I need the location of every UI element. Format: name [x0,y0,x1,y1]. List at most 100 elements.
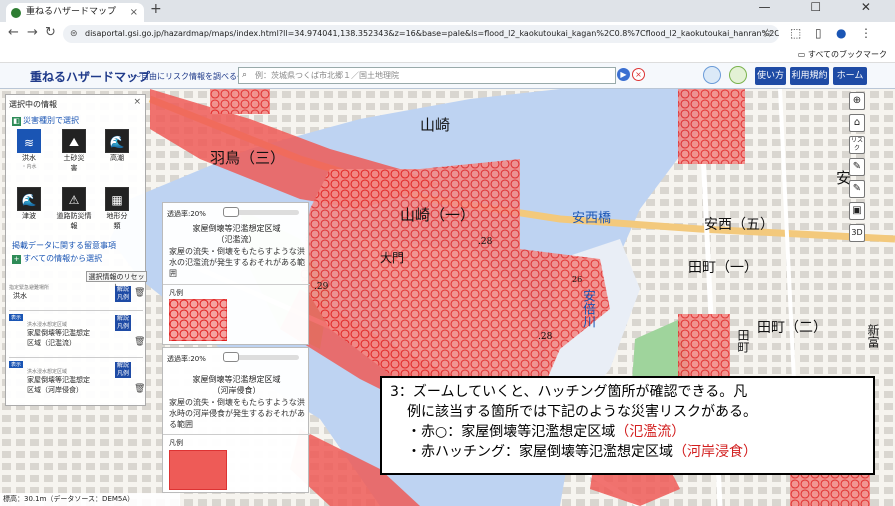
app-subtitle: 〜自由にリスク情報を調べる〜 [133,72,245,81]
bookmark-star-icon[interactable]: ☆ [762,26,773,40]
legend-subtitle: （河岸侵食） [212,386,261,395]
reload-icon[interactable]: ↻ [45,25,56,40]
map-label-yamazaki-1: 山崎（一） [400,206,476,224]
menu-icon[interactable]: ⋮ [860,26,872,40]
forward-icon[interactable]: → [27,25,38,40]
hazard-storm-surge-button[interactable]: 🌊 高潮 [104,129,130,163]
3d-tool-icon[interactable]: 3D [849,224,865,242]
layer-explain-button[interactable]: 解説 凡例 [115,315,131,331]
map-label-anzai-bridge: 安西橋 [572,211,612,226]
layer-explain-button[interactable]: 解説 凡例 [115,286,131,302]
hazard-type-section[interactable]: ◧ 災害種別で選択 [12,115,79,126]
all-bookmarks-label: すべてのブックマーク [807,50,887,59]
window-controls[interactable]: — ☐ ✕ [759,0,889,14]
hazard-label: 土砂災害 [63,154,85,172]
legend-divider [163,434,310,435]
data-notes-link[interactable]: 掲載データに関する留意事項 [12,240,116,251]
app-title[interactable]: 重ねるハザードマップ [30,68,150,85]
print-tool-icon[interactable]: ▣ [849,202,865,220]
layer-visible-tag[interactable]: 表示 [9,361,24,368]
map-label-tamachi: 田町 [736,329,750,353]
annotation-hatch-item: ・赤ハッチング：家屋倒壊等氾濫想定区域 [407,444,673,460]
landslide-icon: ⛰ [62,129,86,153]
trash-icon[interactable]: 🗑 [134,337,145,347]
terms-button[interactable]: 利用規約 [790,67,829,85]
home-button[interactable]: ホーム [833,67,867,85]
elevation-label: .29 [314,282,329,292]
profile-icon[interactable]: ● [836,26,846,40]
legend-label: 凡例 [116,294,129,301]
hazard-tsunami-button[interactable]: 🌊 津波 [16,187,42,221]
layer-item-evacuation[interactable]: 指定緊急避難場所 洪水 解説 凡例 🗑 [9,284,145,306]
flood-icon: ≋ [17,129,41,153]
panel-header: 選択中の情報 [9,100,57,109]
tsunami-icon: 🌊 [17,187,41,211]
legend-subtitle: （氾濫流） [216,235,257,244]
annotation-circle-type: （氾濫流） [615,424,686,440]
hazard-label: 道路防災情報 [56,212,92,230]
edit-tool-icon[interactable]: ✎ [849,180,865,198]
legend-swatch-circles [169,299,227,341]
search-submit-button[interactable]: ▶ [617,68,630,81]
risk-tool-icon[interactable]: リスク [849,136,865,154]
legend-title: 家屋倒壊等氾濫想定区域 [192,375,281,384]
explain-label: 解説 [116,286,129,293]
extensions-icon[interactable]: ⬚ [790,26,801,40]
opacity-label: 透過率:20% [167,355,206,363]
elevation-label: .28 [538,332,553,342]
gsi-logo[interactable] [703,66,721,84]
back-icon[interactable]: ← [8,25,19,40]
trash-icon[interactable]: 🗑 [134,288,145,298]
hazard-road-button[interactable]: ⚠ 道路防災情報 [54,187,94,231]
opacity-slider[interactable] [223,207,299,217]
home-tool-icon[interactable]: ⌂ [849,114,865,132]
hazard-landslide-button[interactable]: ⛰ 土砂災害 [61,129,87,173]
map-label-hanejima: 羽鳥（三） [210,149,286,167]
layer-item-bank-erosion[interactable]: 表示 洪水浸水想定区域 家屋倒壊等氾濫想定区域（河岸侵食） 解説 凡例 🗑 [9,357,145,403]
legend-label: 凡例 [169,439,183,447]
layer-explain-button[interactable]: 解説 凡例 [115,362,131,378]
all-info-select[interactable]: + すべての情報から選択 [12,253,102,264]
legend-swatch-solid [169,450,227,490]
trash-icon[interactable]: 🗑 [134,384,145,394]
map-label-shintomi: 新富 [866,324,880,348]
annotation-circle-item: ・赤○：家屋倒壊等氾濫想定区域 [407,424,616,440]
hazard-label: 津波 [22,212,36,220]
map-label-daimon: 大門 [380,251,405,265]
search-clear-button[interactable]: × [632,68,645,81]
mlit-logo[interactable] [729,66,747,84]
legend-label: 凡例 [116,370,129,377]
legend-description: 家屋の流失・倒壊をもたらすような洪水の氾濫流が発生するおそれがある範囲 [169,247,305,278]
reset-selection-button[interactable]: 選択情報のリセット [86,271,147,291]
tab-close-icon[interactable]: × [130,3,138,22]
hazard-landform-button[interactable]: ▦ 地形分類 [104,187,130,231]
opacity-slider-handle[interactable] [223,207,239,217]
layer-visible-tag[interactable]: 表示 [9,314,24,321]
search-input[interactable]: ⌕ 例：茨城県つくば市北郷１／国土地理院 [238,67,616,84]
explain-label: 解説 [116,362,129,369]
legend-divider [163,284,310,285]
panel-close-icon[interactable]: × [133,97,141,107]
new-tab-button[interactable]: + [150,1,162,17]
address-bar[interactable]: ⊜ disaportal.gsi.go.jp/hazardmap/maps/in… [63,25,779,43]
all-bookmarks-link[interactable]: ▭ すべてのブックマーク [798,49,887,60]
selected-info-panel: 選択中の情報 × ◧ 災害種別で選択 ≋ 洪水 ・内水 ⛰ 土砂災害 🌊 高潮 🌊… [5,94,147,406]
legend-popup-flood-flow: 透過率:20% 家屋倒壊等氾濫想定区域 （氾濫流） 家屋の流失・倒壊をもたらすよ… [162,202,310,345]
explain-label: 解説 [116,315,129,322]
map-label-tamachi-1: 田町（一） [688,260,758,276]
map-label-abe-river: 安倍川 [580,289,595,328]
opacity-slider-handle[interactable] [223,352,239,362]
search-icon: ⌕ [242,70,248,80]
map-label-tamachi-2: 田町（二） [757,320,827,336]
zoom-tool-icon[interactable]: ⊕ [849,92,865,110]
legend-label: 凡例 [169,289,183,297]
app-header: 重ねるハザードマップ 〜自由にリスク情報を調べる〜 ⌕ 例：茨城県つくば市北郷１… [0,63,895,89]
howto-button[interactable]: 使い方 [755,67,786,85]
layer-item-flood-flow[interactable]: 表示 洪水浸水想定区域 家屋倒壊等氾濫想定区域（氾濫流） 解説 凡例 🗑 [9,310,145,356]
browser-tab[interactable]: 重ねるハザードマップ × [6,3,144,22]
hazard-flood-button[interactable]: ≋ 洪水 ・内水 [16,129,42,170]
sidepanel-icon[interactable]: ▯ [815,26,822,40]
opacity-slider[interactable] [223,352,299,362]
draw-tool-icon[interactable]: ✎ [849,158,865,176]
site-info-icon[interactable]: ⊜ [70,25,78,43]
